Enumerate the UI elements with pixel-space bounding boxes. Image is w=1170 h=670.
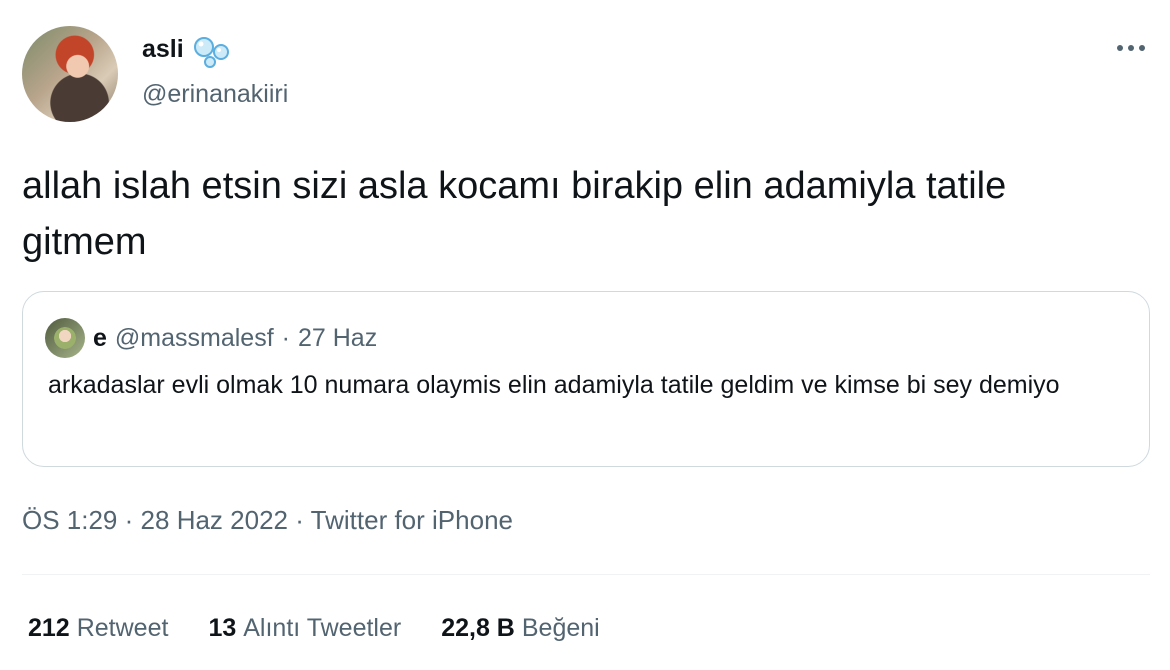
author-handle[interactable]: @erinanakiiri xyxy=(142,80,288,109)
quoted-tweet-text: arkadaslar evli olmak 10 numara olaymis … xyxy=(48,371,1060,399)
more-options-icon[interactable] xyxy=(1114,38,1148,58)
tweet-time[interactable]: ÖS 1:29 xyxy=(22,505,117,535)
more-dot xyxy=(1117,45,1123,51)
author-name[interactable]: asli xyxy=(142,35,184,64)
retweets-stat[interactable]: 212 Retweet xyxy=(28,614,168,643)
author-name-row: asli xyxy=(142,32,232,68)
quoted-tweet-header: e @massmalesf · 27 Haz xyxy=(45,318,377,358)
tweet-date[interactable]: 28 Haz 2022 xyxy=(141,505,288,535)
divider xyxy=(22,574,1150,575)
tweet-source[interactable]: Twitter for iPhone xyxy=(311,505,513,535)
meta-separator: · xyxy=(124,505,134,535)
retweets-label: Retweet xyxy=(76,614,169,642)
quoted-author-avatar[interactable] xyxy=(45,318,85,358)
tweet-text: allah islah etsin sizi asla kocamı birak… xyxy=(22,165,1007,263)
tweet-meta: ÖS 1:29 · 28 Haz 2022 · Twitter for iPho… xyxy=(22,505,513,536)
quotes-count: 13 xyxy=(208,614,237,642)
quoted-author-handle: @massmalesf xyxy=(114,323,274,352)
tweet-stats: 212 Retweet 13 Alıntı Tweetler 22,8 B Beğen… xyxy=(28,614,600,643)
more-dot xyxy=(1139,45,1145,51)
quoted-author-name: e xyxy=(93,323,107,352)
likes-label: Beğeni xyxy=(521,614,600,642)
likes-stat[interactable]: 22,8 B Beğeni xyxy=(441,614,600,643)
likes-count: 22,8 B xyxy=(441,614,515,642)
quoted-separator: · xyxy=(281,323,290,352)
retweets-count: 212 xyxy=(28,614,70,642)
bubbles-icon xyxy=(193,37,229,68)
author-avatar[interactable] xyxy=(22,26,118,122)
meta-separator: · xyxy=(295,505,304,535)
quoted-date: 27 Haz xyxy=(297,323,378,352)
more-dot xyxy=(1128,45,1134,51)
quotes-stat[interactable]: 13 Alıntı Tweetler xyxy=(208,614,401,643)
quotes-label: Alıntı Tweetler xyxy=(243,614,402,642)
quoted-tweet-card[interactable]: e @massmalesf · 27 Haz arkadaslar evli o… xyxy=(22,291,1150,467)
